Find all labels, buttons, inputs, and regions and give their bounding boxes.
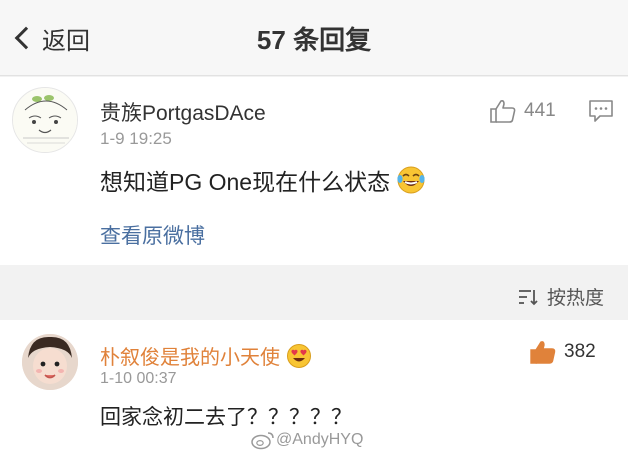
like-button[interactable]: 382	[530, 340, 596, 364]
timestamp: 1-9 19:25	[100, 129, 172, 148]
reply-item: 朴叙俊是我的小天使 1-10 00:37 382 回家念初二去了？？？？？ @A…	[0, 320, 628, 467]
heart-eyes-emoji-icon	[287, 343, 311, 368]
username[interactable]: 朴叙俊是我的小天使	[100, 341, 312, 370]
sort-label: 按热度	[547, 288, 605, 309]
sort-button[interactable]: 按热度	[517, 283, 604, 310]
thumbs-up-filled-icon	[530, 341, 556, 364]
view-original-link[interactable]: 查看原微博	[100, 220, 205, 250]
comment-text: 想知道PG One现在什么状态	[100, 163, 426, 197]
reply-text: 回家念初二去了？？？？？	[100, 406, 352, 429]
comment-icon	[589, 100, 613, 122]
original-comment: 贵族PortgasDAce 1-9 19:25 441 想知道PG One现在什…	[0, 77, 628, 265]
avatar-sketch-icon	[13, 88, 77, 152]
sort-icon	[519, 289, 538, 305]
watermark-text: @AndyHYQ	[276, 431, 364, 448]
like-button[interactable]: 441	[490, 99, 556, 123]
reply-username-text: 朴叙俊是我的小天使	[100, 347, 280, 369]
reply-button[interactable]	[588, 99, 614, 128]
laughing-tears-emoji-icon	[397, 166, 425, 194]
sort-bar: 按热度	[0, 266, 628, 320]
like-count: 441	[524, 100, 556, 121]
avatar[interactable]	[12, 87, 78, 153]
comment-text-content: 想知道PG One现在什么状态	[100, 169, 391, 195]
username[interactable]: 贵族PortgasDAce	[100, 97, 266, 127]
watermark: @AndyHYQ	[250, 430, 363, 450]
avatar-child-icon	[22, 334, 78, 390]
timestamp: 1-10 00:37	[100, 370, 177, 387]
like-count: 382	[564, 341, 596, 362]
top-nav-bar: 返回 57 条回复	[0, 0, 628, 76]
thumbs-up-icon	[490, 100, 516, 123]
page-title: 57 条回复	[256, 25, 372, 55]
weibo-logo-icon	[251, 432, 274, 450]
avatar[interactable]	[22, 334, 78, 390]
